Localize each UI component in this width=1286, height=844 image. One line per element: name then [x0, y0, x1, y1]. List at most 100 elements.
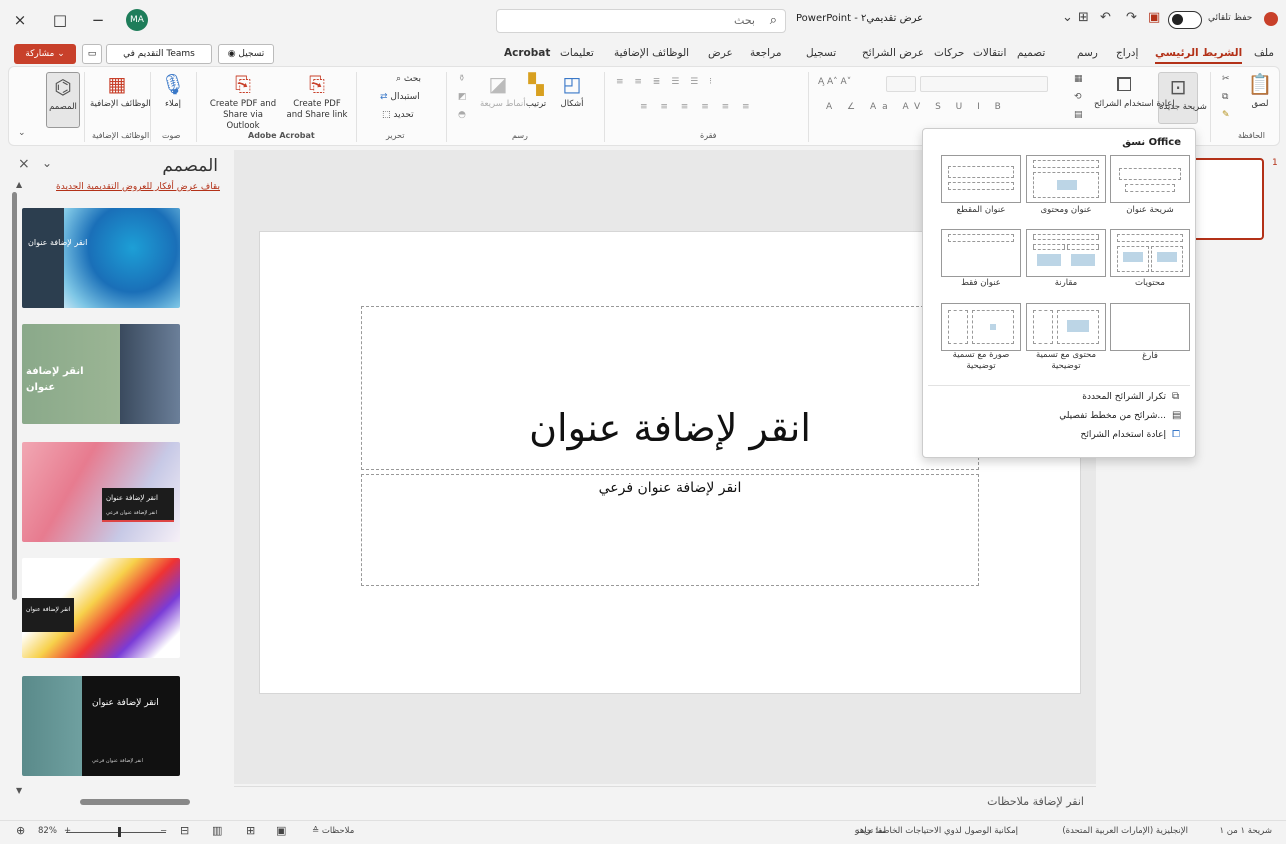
layout-comparison[interactable]: [1026, 229, 1106, 277]
close-icon[interactable]: ×: [8, 8, 32, 32]
save-icon[interactable]: ▣: [1148, 10, 1160, 25]
designer-ideas-link[interactable]: بقاف عرض أفكار للعروض التقديمية الجديدة: [56, 182, 220, 192]
pane-options-icon[interactable]: ⌄: [42, 156, 52, 170]
close-pane-icon[interactable]: ×: [18, 156, 30, 172]
cut-icon[interactable]: ✂: [1222, 74, 1230, 84]
zoom-in-icon[interactable]: +: [64, 826, 71, 836]
dictate-button[interactable]: 🎙 إملاء: [158, 72, 188, 110]
paste-button[interactable]: 📋 لصق: [1244, 72, 1276, 110]
restore-icon[interactable]: □: [48, 8, 72, 32]
record-button[interactable]: ◉ تسجيل: [218, 44, 274, 64]
shape-effects-icon[interactable]: ◓: [458, 110, 466, 120]
addins-button[interactable]: ▦ الوظائف الإضافية: [90, 72, 151, 110]
tab-slideshow[interactable]: عرض الشرائح: [862, 47, 924, 59]
find-button[interactable]: ⌕ بحث: [396, 74, 421, 84]
autosave-toggle[interactable]: [1168, 11, 1202, 29]
search-box[interactable]: ⌕ بحث: [496, 9, 786, 33]
layout-title-content[interactable]: [1026, 155, 1106, 203]
reading-view-icon[interactable]: ▥: [212, 824, 222, 837]
section-icon[interactable]: ▤: [1074, 110, 1083, 120]
redo-icon[interactable]: ↷: [1126, 10, 1137, 25]
tab-addins[interactable]: الوظائف الإضافية: [614, 47, 689, 59]
create-pdf-outlook-button[interactable]: ⎘ Create PDF and Share via Outlook: [206, 72, 280, 132]
teams-present-button[interactable]: التقديم في Teams: [106, 44, 212, 64]
select-button[interactable]: ⬚ تحديد: [382, 110, 414, 120]
zoom-slider[interactable]: [66, 832, 166, 833]
shapes-button[interactable]: ◰ أشكال: [556, 72, 588, 110]
undo-icon[interactable]: ↶: [1100, 10, 1111, 25]
feedback-status[interactable]: لما تريده: [855, 826, 886, 836]
tab-record[interactable]: تسجيل: [806, 47, 836, 59]
notes-placeholder[interactable]: انقر لإضافة ملاحظات: [987, 795, 1084, 808]
slide-title[interactable]: انقر لإضافة عنوان: [361, 406, 979, 450]
align-icons[interactable]: ≡ ≡ ≡ ≡ ≡ ≡: [640, 102, 755, 112]
layout-two-content[interactable]: [1110, 229, 1190, 277]
tab-review[interactable]: مراجعة: [750, 47, 782, 59]
designer-horizontal-scrollbar[interactable]: [28, 799, 214, 805]
menu-reuse-slides[interactable]: إعادة استخدام الشرائح: [1081, 430, 1166, 440]
slide-subtitle[interactable]: انقر لإضافة عنوان فرعي: [361, 480, 979, 496]
zoom-out-icon[interactable]: −: [160, 826, 167, 836]
minimize-icon[interactable]: −: [86, 8, 110, 32]
tab-home[interactable]: الشريط الرئيسي: [1155, 47, 1243, 64]
design-idea-5[interactable]: انقر لإضافة عنوان انقر لإضافة عنوان فرعي: [22, 676, 180, 776]
layout-section-header[interactable]: [941, 155, 1021, 203]
scroll-thumb[interactable]: [80, 799, 190, 805]
designer-vertical-scrollbar[interactable]: [12, 192, 17, 600]
zoom-level[interactable]: 82%: [38, 826, 57, 836]
scroll-down-icon[interactable]: ▼: [16, 786, 22, 795]
tab-file[interactable]: ملف: [1254, 47, 1274, 59]
design-idea-4[interactable]: انقر لإضافة عنوان: [22, 558, 180, 658]
layout-title-only[interactable]: [941, 229, 1021, 277]
comments-icon[interactable]: ▭: [82, 44, 102, 64]
avatar[interactable]: MA: [126, 9, 148, 31]
zoom-slider-thumb[interactable]: [118, 827, 121, 837]
reuse-slides-button[interactable]: ⧠ إعادة استخدام الشرائح: [1094, 72, 1175, 110]
present-icon[interactable]: ⊞: [1078, 10, 1089, 25]
designer-button[interactable]: ⌬ المصمم: [46, 72, 80, 128]
font-name-box[interactable]: [920, 76, 1048, 92]
layout-picture-caption[interactable]: [941, 303, 1021, 351]
tab-design[interactable]: تصميم: [1017, 47, 1045, 59]
fit-to-window-icon[interactable]: ⊕: [16, 824, 25, 837]
tab-insert[interactable]: إدراج: [1116, 47, 1138, 59]
tab-draw[interactable]: رسم: [1077, 47, 1098, 59]
reset-icon[interactable]: ⟲: [1074, 92, 1082, 102]
design-idea-1[interactable]: انقر لإضافة عنوان: [22, 208, 180, 308]
slideshow-view-icon[interactable]: ⊟: [180, 824, 189, 837]
shape-outline-icon[interactable]: ◩: [458, 92, 467, 102]
font-grow-icon[interactable]: A̧ A˄ A˅: [818, 77, 851, 87]
notes-pane[interactable]: انقر لإضافة ملاحظات: [234, 786, 1096, 820]
tab-transitions[interactable]: انتقالات: [973, 47, 1006, 59]
quick-styles-button[interactable]: ◪ أنماط سريعة: [480, 72, 526, 110]
layout-content-caption[interactable]: [1026, 303, 1106, 351]
scroll-up-icon[interactable]: ▲: [16, 180, 22, 189]
menu-duplicate-slides[interactable]: تكرار الشرائح المحددة: [1082, 392, 1166, 402]
layout-title-slide[interactable]: [1110, 155, 1190, 203]
layout-blank[interactable]: [1110, 303, 1190, 351]
layout-icon[interactable]: ▦: [1074, 74, 1083, 84]
tab-view[interactable]: عرض: [708, 47, 733, 59]
notes-toggle-button[interactable]: ≙ ملاحظات: [312, 826, 354, 836]
menu-slides-from-outline[interactable]: شرائح من مخطط تفصيلي...: [1059, 411, 1166, 421]
font-format-icons[interactable]: A ∠ Aa AV S U I B: [826, 102, 1007, 112]
shape-fill-icon[interactable]: ⚱: [458, 74, 466, 84]
create-pdf-share-link-button[interactable]: ⎘ Create PDF and Share link: [286, 72, 348, 121]
collapse-ribbon-icon[interactable]: ⌄: [18, 128, 26, 138]
new-slide-button[interactable]: ⊡ شريحة جديدة: [1158, 72, 1207, 124]
language-status[interactable]: الإنجليزية (الإمارات العربية المتحدة): [1062, 826, 1188, 836]
list-icons[interactable]: ≡ ≡ ≣ ☰ ☰ ⁝: [616, 77, 716, 87]
share-button[interactable]: مشاركة ⌄: [14, 44, 76, 64]
tab-acrobat[interactable]: Acrobat: [504, 47, 550, 59]
qat-more-icon[interactable]: ⌄: [1062, 10, 1073, 25]
tab-animations[interactable]: حركات: [934, 47, 964, 59]
design-idea-2[interactable]: انقر لإضافة عنوان: [22, 324, 180, 424]
font-size-box[interactable]: [886, 76, 916, 92]
copy-icon[interactable]: ⧉: [1222, 92, 1228, 102]
replace-button[interactable]: ⇄ استبدال: [380, 92, 420, 102]
format-painter-icon[interactable]: ✎: [1222, 110, 1230, 120]
normal-view-icon[interactable]: ▣: [276, 824, 286, 837]
tab-help[interactable]: تعليمات: [560, 47, 594, 59]
slide-sorter-icon[interactable]: ⊞: [246, 824, 255, 837]
design-idea-3[interactable]: انقر لإضافة عنوان انقر لإضافة عنوان فرعي: [22, 442, 180, 542]
